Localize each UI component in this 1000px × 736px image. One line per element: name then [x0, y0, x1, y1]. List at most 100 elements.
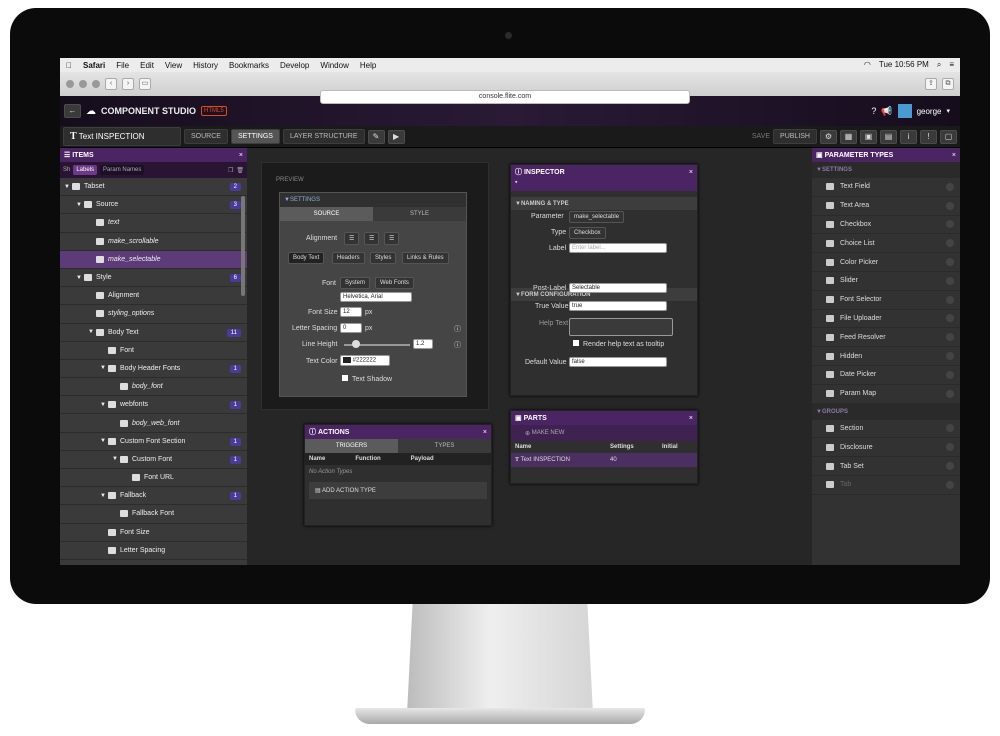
wifi-icon[interactable]: ◠	[864, 60, 871, 70]
tree-item[interactable]: ▼ Body Text 11	[60, 324, 247, 342]
post-label-input[interactable]: Selectable	[569, 283, 667, 293]
close-dot[interactable]	[66, 80, 74, 88]
settings-header[interactable]: ▼ SETTINGS	[280, 193, 466, 207]
component-name[interactable]: T Text INSPECTION	[63, 127, 181, 146]
tree-item[interactable]: Letter Spacing	[60, 542, 247, 560]
text-shadow-checkbox[interactable]: Text Shadow	[342, 375, 392, 383]
back-icon[interactable]: ‹	[105, 78, 117, 90]
tree-item[interactable]: ▼ Tabset 2	[60, 178, 247, 197]
param-type-item[interactable]: Disclosure	[812, 438, 960, 458]
tree-item[interactable]: ▼ Custom Font 1	[60, 451, 247, 469]
param-type-item[interactable]: Font Selector	[812, 291, 960, 310]
tab-source[interactable]: SOURCE	[184, 129, 228, 144]
menu-bookmarks[interactable]: Bookmarks	[229, 61, 269, 70]
menu-help[interactable]: Help	[360, 61, 376, 70]
add-icon[interactable]	[946, 424, 954, 433]
scrollbar[interactable]	[241, 196, 245, 296]
tree-item[interactable]: Font	[60, 342, 247, 360]
type-value[interactable]: Checkbox	[569, 227, 606, 239]
help-icon[interactable]: ?	[871, 106, 876, 116]
megaphone-icon[interactable]: 📢	[881, 106, 892, 117]
param-type-item[interactable]: Color Picker	[812, 253, 960, 272]
parameter-value[interactable]: make_selectable	[569, 211, 625, 223]
add-icon[interactable]	[946, 443, 954, 452]
tree-item[interactable]: Fallback Font	[60, 505, 247, 524]
close-icon[interactable]: ×	[689, 415, 693, 422]
param-type-item[interactable]: Tab Set	[812, 457, 960, 476]
add-icon[interactable]	[946, 314, 954, 323]
add-icon[interactable]	[946, 276, 954, 285]
menu-develop[interactable]: Develop	[280, 61, 309, 70]
tab-style[interactable]: STYLE	[373, 207, 466, 221]
add-icon[interactable]	[946, 182, 954, 191]
param-type-item[interactable]: Choice List	[812, 234, 960, 254]
tree-item[interactable]: make_scrollable	[60, 233, 247, 251]
help-text-input[interactable]	[569, 318, 673, 336]
add-icon[interactable]	[946, 239, 954, 248]
add-icon[interactable]	[946, 258, 954, 267]
params-settings-section[interactable]: ▼ SETTINGS	[812, 162, 960, 178]
tab-param-names[interactable]: Param Names	[100, 165, 145, 175]
param-type-item[interactable]: Hidden	[812, 347, 960, 366]
tab-settings[interactable]: SETTINGS	[230, 129, 280, 144]
menu-file[interactable]: File	[116, 61, 129, 70]
add-icon[interactable]	[946, 352, 954, 361]
user-name[interactable]: george	[917, 107, 942, 116]
align-center-icon[interactable]: ☰	[364, 232, 380, 245]
publish-button[interactable]: PUBLISH	[773, 129, 817, 144]
true-value-input[interactable]: true	[569, 301, 667, 311]
info-icon[interactable]: i	[900, 129, 917, 144]
param-type-item[interactable]: Date Picker	[812, 366, 960, 385]
apple-icon[interactable]: 	[66, 61, 72, 70]
copy-icon[interactable]: ❐	[228, 167, 233, 174]
close-icon[interactable]: ×	[952, 152, 956, 159]
param-type-item[interactable]: Text Field	[812, 178, 960, 197]
trash-icon[interactable]: 🗑	[236, 167, 244, 174]
font-system-button[interactable]: System	[340, 277, 371, 289]
tab-labels[interactable]: Labels	[73, 165, 98, 175]
tree-item[interactable]: make_selectable	[60, 250, 247, 269]
param-type-item[interactable]: Checkbox	[812, 216, 960, 235]
param-type-item[interactable]: Slider	[812, 272, 960, 291]
param-type-item[interactable]: Tab	[812, 476, 960, 495]
tree-item[interactable]: text	[60, 214, 247, 233]
tab-source[interactable]: SOURCE	[280, 207, 373, 221]
tree-item[interactable]: ▼ Style 6	[60, 269, 247, 288]
menu-app-name[interactable]: Safari	[83, 61, 105, 70]
add-icon[interactable]	[946, 389, 954, 398]
tab-links-rules[interactable]: Links & Rules	[402, 252, 449, 264]
add-icon[interactable]	[946, 370, 954, 379]
close-icon[interactable]: ×	[483, 429, 487, 436]
tab-body-text[interactable]: Body Text	[288, 252, 325, 264]
back-arrow-icon[interactable]: ←	[64, 104, 81, 118]
share-icon[interactable]: ⇪	[925, 78, 937, 90]
add-icon[interactable]	[946, 201, 954, 210]
tree-item[interactable]: ▼ Source 3	[60, 196, 247, 215]
menu-history[interactable]: History	[193, 61, 218, 70]
image-icon[interactable]: ▣	[860, 129, 877, 144]
params-groups-section[interactable]: ▼ GROUPS	[812, 403, 960, 420]
address-bar[interactable]: console.flite.com	[320, 90, 690, 104]
default-value-input[interactable]: false	[569, 357, 667, 367]
tree-item[interactable]: body_web_font	[60, 414, 247, 433]
max-dot[interactable]	[92, 80, 100, 88]
pencil-icon[interactable]: ✎	[367, 129, 385, 144]
tree-item[interactable]: ▼ webfonts 1	[60, 396, 247, 415]
tab-layer-structure[interactable]: LAYER STRUCTURE	[282, 129, 365, 144]
add-icon[interactable]	[946, 295, 954, 304]
label-input[interactable]: Enter label...	[569, 243, 667, 253]
search-icon[interactable]: ⌕	[937, 60, 941, 70]
grid-icon[interactable]: ▦	[840, 129, 857, 144]
gear-icon[interactable]: ⚙	[820, 129, 837, 144]
parts-row[interactable]: T Text INSPECTION 40	[511, 453, 697, 467]
make-new-button[interactable]: ⊕ MAKE NEW	[511, 425, 697, 441]
calendar-icon[interactable]: ▤	[880, 129, 897, 144]
menu-edit[interactable]: Edit	[140, 61, 154, 70]
min-dot[interactable]	[79, 80, 87, 88]
tab-types[interactable]: TYPES	[398, 439, 491, 453]
text-color-input[interactable]: #222222	[340, 355, 390, 366]
tab-triggers[interactable]: TRIGGERS	[305, 439, 398, 453]
render-help-checkbox[interactable]: Render help text as tooltip	[573, 340, 664, 348]
tab-styles[interactable]: Styles	[370, 252, 397, 264]
menu-window[interactable]: Window	[320, 61, 348, 70]
